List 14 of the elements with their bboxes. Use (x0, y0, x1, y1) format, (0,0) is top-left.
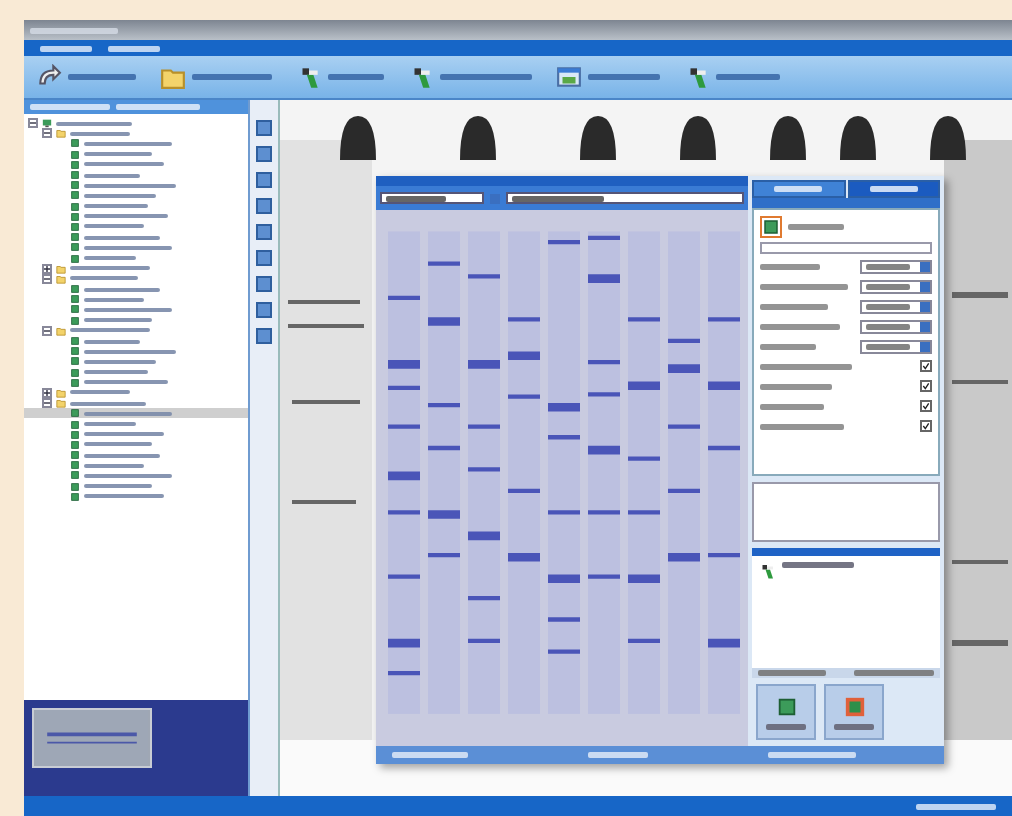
expand-toggle[interactable] (42, 387, 52, 398)
collapse-toggle[interactable] (42, 398, 52, 409)
tree-item[interactable] (24, 408, 248, 419)
collapse-toggle[interactable] (28, 118, 38, 129)
window-icon (556, 64, 582, 90)
folder-icon (160, 64, 186, 90)
arrow-icon (36, 64, 62, 90)
computer-icon (42, 118, 52, 129)
collapse-toggle[interactable] (42, 325, 52, 336)
expand-toggle[interactable] (42, 263, 52, 274)
folder-icon (56, 325, 66, 336)
folder-icon (56, 128, 66, 139)
collapse-toggle[interactable] (42, 273, 52, 284)
collapse-toggle[interactable] (42, 128, 52, 139)
